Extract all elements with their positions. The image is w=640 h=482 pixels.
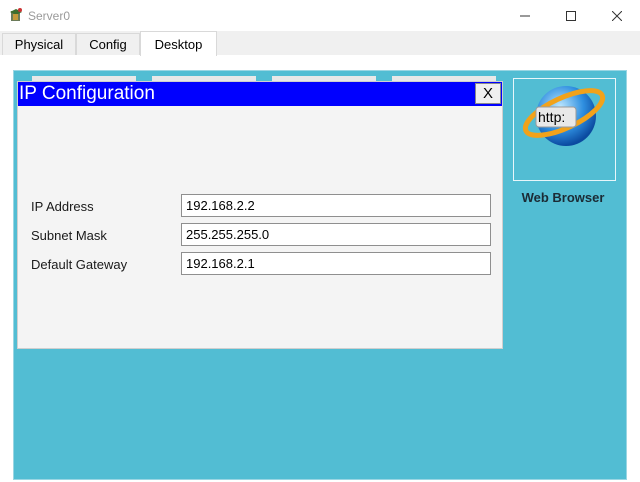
minimize-button[interactable] [502, 0, 548, 31]
tab-config[interactable]: Config [76, 33, 140, 55]
ip-configuration-title-bar[interactable]: IP Configuration X [18, 82, 502, 106]
ip-address-label: IP Address [31, 199, 94, 214]
maximize-button[interactable] [548, 0, 594, 31]
tab-desktop[interactable]: Desktop [140, 31, 217, 56]
ip-configuration-close-button[interactable]: X [475, 83, 501, 104]
web-browser-icon: http: [522, 86, 606, 146]
close-icon [612, 10, 622, 21]
subnet-mask-input[interactable]: 255.255.255.0 [181, 223, 491, 246]
maximize-icon [566, 10, 576, 21]
http-icon-text: http: [538, 109, 565, 125]
window-title-bar: Server0 [0, 0, 640, 31]
web-browser-app[interactable]: http: [513, 78, 616, 181]
web-browser-label[interactable]: Web Browser [504, 190, 622, 205]
packet-tracer-server-icon [8, 7, 24, 23]
window-title: Server0 [28, 9, 71, 23]
tab-physical[interactable]: Physical [2, 33, 76, 55]
ip-configuration-title: IP Configuration [19, 83, 155, 104]
default-gateway-input[interactable]: 192.168.2.1 [181, 252, 491, 275]
close-window-button[interactable] [594, 0, 640, 31]
minimize-icon [520, 15, 530, 16]
ip-configuration-window: IP Configuration X IP Address 192.168.2.… [17, 81, 503, 349]
ip-address-input[interactable]: 192.168.2.2 [181, 194, 491, 217]
subnet-mask-label: Subnet Mask [31, 228, 107, 243]
default-gateway-label: Default Gateway [31, 257, 128, 272]
